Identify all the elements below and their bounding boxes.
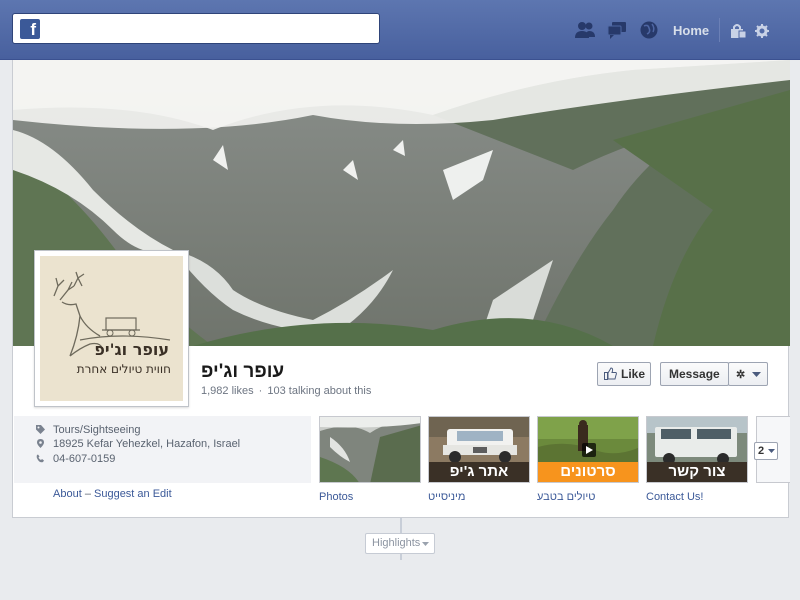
talking-about-count: 103 talking about this [267,385,372,397]
chevron-down-icon [768,449,775,453]
app-label-videos[interactable]: טיולים בטבע [537,491,595,503]
like-button-label: Like [621,367,646,381]
chevron-down-icon [752,372,761,377]
profile-logo-title: עופר וג'יפ [94,340,169,359]
more-apps-count: 2 [758,445,765,457]
profile-logo-subtitle: חווית טיולים אחרת [76,362,171,376]
about-info-panel: Tours/Sightseeing 18925 Kefar Yehezkel, … [14,416,311,483]
privacy-lock-icon[interactable] [730,23,752,43]
category-text[interactable]: Tours/Sightseeing [53,424,140,436]
minisite-banner: אתר ג'יפ [429,462,529,482]
phone-icon [36,454,44,463]
profile-picture[interactable]: עופר וג'יפ חווית טיולים אחרת [34,250,189,407]
app-label-minisite[interactable]: מיניסייט [428,491,465,503]
top-navigation-bar: f Home [0,0,800,60]
like-button[interactable]: Like [597,362,651,386]
nav-divider [719,18,720,42]
phone-text: 04-607-0159 [53,453,116,465]
more-apps-button[interactable]: 2 [754,442,778,460]
highlights-dropdown[interactable]: Highlights [365,533,435,554]
app-label-contact[interactable]: Contact Us! [646,491,703,503]
thumbs-up-icon [604,367,617,380]
friend-requests-icon[interactable] [574,20,596,40]
about-separator: – [84,488,91,500]
message-button-label: Message [669,367,720,381]
page-title: עופר וג'יפ [201,361,285,382]
map-pin-icon [37,439,44,448]
app-tile-minisite[interactable]: אתר ג'יפ [428,416,530,483]
likes-count[interactable]: 1,982 likes [201,385,254,397]
facebook-logo[interactable]: f [20,19,40,39]
videos-banner: סרטונים [538,462,638,482]
messages-icon[interactable] [606,20,628,40]
profile-logo: עופר וג'יפ חווית טיולים אחרת [40,256,183,401]
message-button[interactable]: Message [660,362,729,386]
gear-icon: ✲ [736,369,746,381]
search-input[interactable]: f [12,13,380,44]
settings-gear-icon[interactable] [754,23,776,43]
deer-jeep-logo-icon [53,271,171,357]
chevron-down-icon [422,542,429,546]
app-label-photos[interactable]: Photos [319,491,353,503]
photos-thumbnail-image [320,417,420,482]
notifications-globe-icon[interactable] [639,20,661,40]
contact-banner: צור קשר [647,462,747,482]
app-tile-contact[interactable]: צור קשר [646,416,748,483]
highlights-label: Highlights [372,537,421,549]
about-links: About – Suggest an Edit [53,488,172,500]
app-tile-photos[interactable] [319,416,421,483]
page-options-button[interactable]: ✲ [728,362,768,386]
tag-icon [36,425,45,434]
page-stats: 1,982 likes · 103 talking about this [201,385,372,397]
home-link[interactable]: Home [673,23,709,38]
address-text[interactable]: 18925 Kefar Yehezkel, Hazafon, Israel [53,438,240,450]
about-link[interactable]: About [53,488,82,500]
app-tile-videos[interactable]: סרטונים [537,416,639,483]
page-header-card: עופר וג'יפ חווית טיולים אחרת עופר וג'יפ … [12,60,790,518]
suggest-edit-link[interactable]: Suggest an Edit [94,488,172,500]
